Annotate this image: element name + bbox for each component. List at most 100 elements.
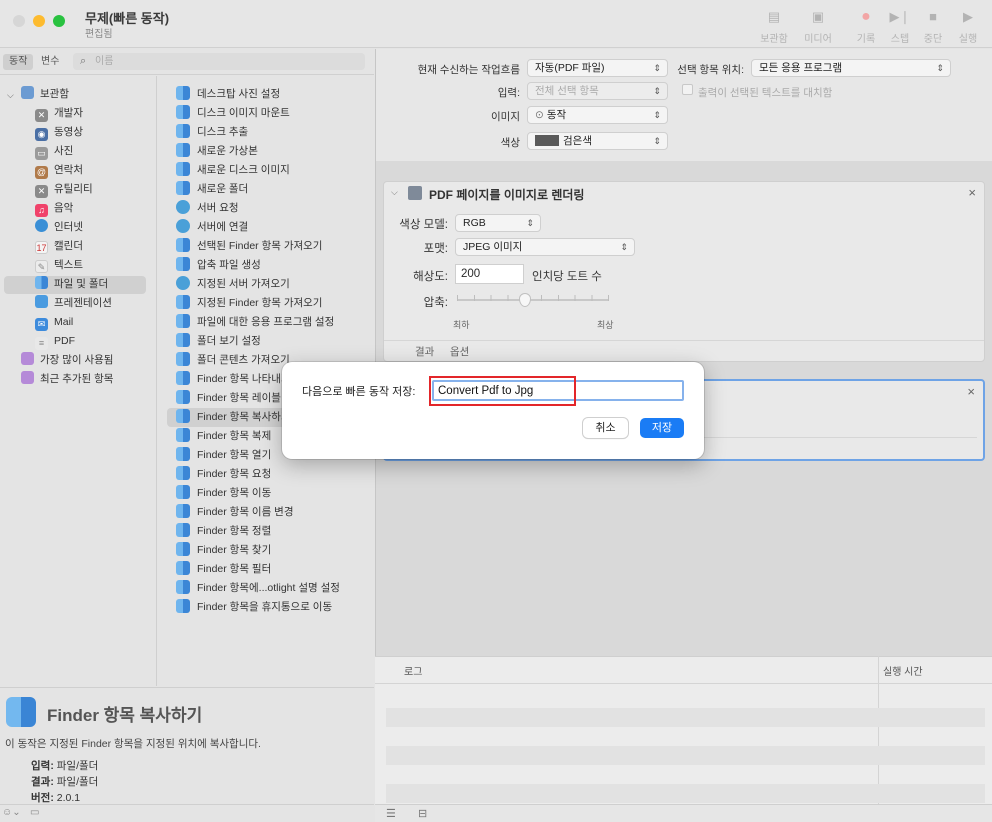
card-divider [700, 437, 977, 438]
image-popup[interactable]: ⊙ 동작 ⇕ [527, 106, 668, 124]
save-button[interactable]: 저장 [640, 418, 684, 438]
description-toggle-icon[interactable]: ▭ [30, 807, 39, 818]
image-label: 이미지 [491, 111, 520, 123]
action-item[interactable]: 파일에 대한 응용 프로그램 설정 [176, 313, 374, 332]
finder-icon [176, 504, 190, 518]
action-item[interactable]: Finder 항목 찾기 [176, 541, 374, 560]
action-item[interactable]: Finder 항목 이름 변경 [176, 503, 374, 522]
action-item[interactable]: Finder 항목 정렬 [176, 522, 374, 541]
finder-icon [176, 162, 190, 176]
action-item[interactable]: 폴더 보기 설정 [176, 332, 374, 351]
category-text[interactable]: ✎ 텍스트 [35, 256, 83, 275]
action-item[interactable]: 새로운 디스크 이미지 [176, 161, 374, 180]
chevron-updown-icon: ⇕ [653, 136, 661, 146]
action-item[interactable]: Finder 항목 필터 [176, 560, 374, 579]
disclosure-chevron-icon[interactable]: ⌵ [7, 90, 14, 101]
tab-options[interactable]: 옵션 [450, 344, 469, 359]
category-developer[interactable]: ✕ 개발자 [35, 104, 83, 123]
location-label: 선택 항목 위치: [677, 64, 744, 76]
action-item[interactable]: Finder 항목 이동 [176, 484, 374, 503]
color-model-popup[interactable]: RGB ⇕ [455, 214, 541, 232]
tab-actions[interactable]: 동작 [3, 54, 34, 70]
list-view-icon[interactable]: ☰ [386, 807, 396, 820]
category-movies[interactable]: ◉ 동영상 [35, 123, 83, 142]
minimize-window-button[interactable] [33, 15, 45, 27]
action-item[interactable]: Finder 항목 요청 [176, 465, 374, 484]
developer-icon: ✕ [35, 109, 48, 122]
toolbar-run-button[interactable]: ▶ 실행 [948, 8, 988, 45]
category-mail[interactable]: ✉ Mail [35, 313, 73, 332]
category-pdf[interactable]: ≡ PDF [35, 332, 75, 351]
category-contacts[interactable]: @ 연락처 [35, 161, 83, 180]
text-icon: ✎ [35, 260, 48, 273]
action-item[interactable]: Finder 항목에...otlight 설명 설정 [176, 579, 374, 598]
action-item[interactable]: 지정된 Finder 항목 가져오기 [176, 294, 374, 313]
smart-folder-icon [21, 352, 34, 365]
category-photos[interactable]: ▭ 사진 [35, 142, 73, 161]
finder-icon [176, 333, 190, 347]
search-icon: ⌕ [80, 55, 87, 67]
movies-icon: ◉ [35, 128, 48, 141]
category-presentation[interactable]: 프레젠테이션 [35, 294, 112, 313]
receives-popup[interactable]: 자동(PDF 파일) ⇕ [527, 59, 668, 77]
log-column-divider [878, 656, 879, 804]
action-item[interactable]: 디스크 추출 [176, 123, 374, 142]
zoom-window-button[interactable] [53, 15, 65, 27]
input-popup[interactable]: 전체 선택 항목 ⇕ [527, 82, 668, 100]
slider-min-label: 최하 [453, 320, 470, 330]
color-model-label: 색상 모델: [399, 219, 448, 231]
action-item[interactable]: 디스크 이미지 마운트 [176, 104, 374, 123]
category-files-folders[interactable]: 파일 및 폴더 [35, 275, 108, 294]
category-music[interactable]: ♫ 음악 [35, 199, 73, 218]
toolbar-library-button[interactable]: ▤ 보관함 [754, 8, 794, 45]
chevron-updown-icon: ⇕ [620, 242, 628, 252]
log-column-header[interactable]: 로그 [404, 663, 422, 678]
action-menu-icon[interactable]: ☺⌄ [2, 807, 21, 818]
finder-icon [176, 352, 190, 366]
action-item[interactable]: 서버에 연결 [176, 218, 374, 237]
chevron-down-icon[interactable]: ⌵ [391, 187, 398, 198]
toolbar-media-button[interactable]: ▣ 미디어 [798, 8, 838, 45]
format-popup[interactable]: JPEG 이미지 ⇕ [455, 238, 635, 256]
toolbar-stop-button[interactable]: ■ 중단 [913, 8, 953, 45]
action-item[interactable]: 서버 요청 [176, 199, 374, 218]
tab-variables[interactable]: 변수 [35, 54, 65, 70]
cancel-button[interactable]: 취소 [583, 418, 628, 438]
category-library[interactable]: 보관함 [21, 85, 69, 104]
action-item[interactable]: Finder 항목을 휴지통으로 이동 [176, 598, 374, 617]
color-popup[interactable]: 검은색 ⇕ [527, 132, 668, 150]
category-utilities[interactable]: ✕ 유틸리티 [35, 180, 93, 199]
action-item[interactable]: 압축 파일 생성 [176, 256, 374, 275]
resolution-input[interactable]: 200 [455, 264, 524, 284]
run-icon: ▶ [963, 9, 973, 24]
contacts-icon: @ [35, 166, 48, 179]
finder-icon [176, 599, 190, 613]
compression-slider-ticks [457, 295, 609, 301]
split-view-icon[interactable]: ⊟ [418, 807, 427, 820]
window-subtitle: 편집됨 [85, 29, 113, 40]
close-window-button[interactable] [13, 15, 25, 27]
finder-icon [176, 143, 190, 157]
log-row [386, 784, 985, 803]
action-item[interactable]: 지정된 서버 가져오기 [176, 275, 374, 294]
category-calendar[interactable]: 17 캘린더 [35, 237, 83, 256]
action-item[interactable]: 새로운 가상본 [176, 142, 374, 161]
duration-column-header[interactable]: 실행 시간 [883, 663, 923, 678]
action-item[interactable]: 선택된 Finder 항목 가져오기 [176, 237, 374, 256]
category-most-used[interactable]: 가장 많이 사용됨 [21, 351, 113, 370]
finder-icon [176, 542, 190, 556]
replace-text-checkbox[interactable] [682, 84, 693, 95]
location-popup[interactable]: 모든 응용 프로그램 ⇕ [751, 59, 951, 77]
close-icon[interactable]: × [968, 185, 976, 200]
tab-results[interactable]: 결과 [415, 344, 434, 359]
calendar-icon: 17 [35, 241, 48, 254]
category-recently-added[interactable]: 최근 추가된 항목 [21, 370, 113, 389]
action-item[interactable]: 새로운 폴더 [176, 180, 374, 199]
action-item[interactable]: 데스크탑 사진 설정 [176, 85, 374, 104]
close-icon[interactable]: × [967, 384, 975, 399]
category-internet[interactable]: 인터넷 [35, 218, 83, 237]
photos-icon: ▭ [35, 147, 48, 160]
format-label: 포맷: [423, 243, 448, 255]
finder-icon [176, 124, 190, 138]
library-search-input[interactable]: ⌕ 이름 [73, 53, 365, 70]
